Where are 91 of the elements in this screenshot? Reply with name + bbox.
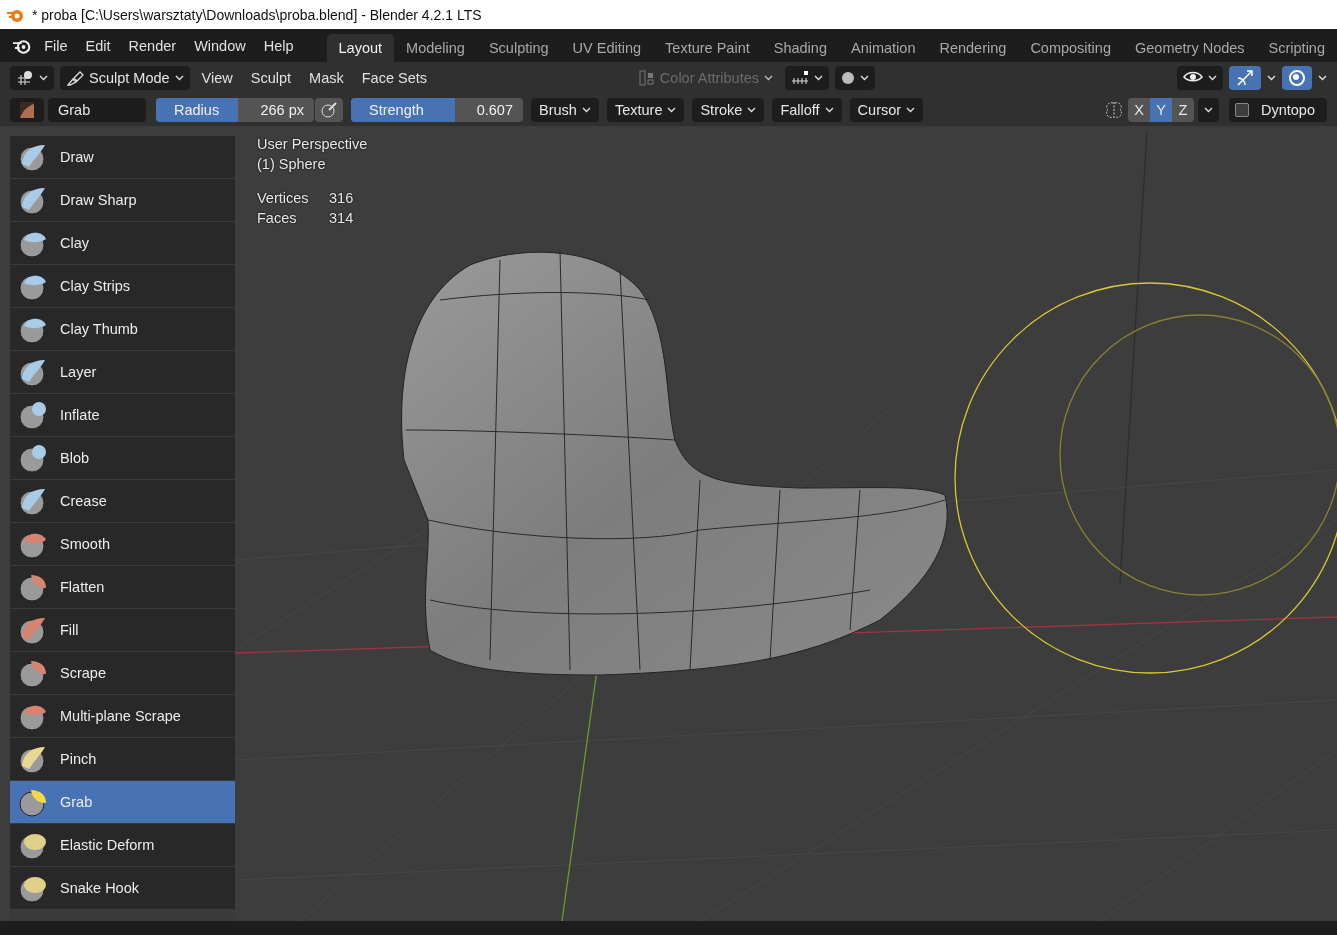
visibility-button[interactable] [1177, 65, 1223, 90]
menu-item[interactable]: Help [254, 30, 303, 61]
axis-toggle[interactable]: Z [1172, 97, 1194, 122]
settings-dropdown[interactable]: Falloff [772, 97, 842, 122]
stat-label: Vertices [257, 190, 310, 206]
blender-logo-icon[interactable] [12, 37, 32, 54]
workspace-tab[interactable]: Layout [326, 34, 395, 62]
pressure-button[interactable] [315, 97, 343, 122]
workspace-tab[interactable]: Modeling [394, 34, 477, 62]
tool-item[interactable]: Elastic Deform [10, 824, 235, 866]
workspace-tab[interactable]: Shading [761, 34, 839, 62]
caret-icon [581, 106, 591, 113]
menu-item[interactable]: Edit [76, 30, 120, 61]
arrows-icon [1235, 68, 1255, 87]
palette-icon [638, 69, 655, 86]
workspace-tab[interactable]: Rendering [927, 34, 1019, 62]
shading-button[interactable] [835, 65, 875, 90]
workspace-tab[interactable]: Texture Paint [653, 34, 762, 62]
symmetry-dropdown[interactable] [1198, 97, 1219, 122]
tool-item[interactable]: Clay [10, 222, 235, 264]
caret-icon [174, 74, 184, 81]
tool-item[interactable]: Crease [10, 480, 235, 522]
overlay-button[interactable] [1282, 65, 1312, 90]
workspace-tab[interactable]: Scripting [1256, 34, 1337, 62]
stat-label: Faces [257, 210, 298, 226]
tool-item[interactable]: Multi-plane Scrape [10, 695, 235, 737]
tool-item[interactable]: Inflate [10, 394, 235, 436]
caret-icon [1204, 106, 1213, 113]
caret-icon [860, 74, 869, 81]
workspace-tab[interactable]: Geometry Nodes [1122, 34, 1257, 62]
brush-preview[interactable] [10, 97, 44, 122]
workspace-tab[interactable]: Animation [838, 34, 928, 62]
header-menu[interactable]: Face Sets [355, 69, 434, 86]
caret-icon [764, 74, 773, 81]
select-tool-button[interactable] [10, 65, 54, 90]
dyntopo-checkbox[interactable]: Dyntopo [1229, 97, 1327, 122]
tool-item[interactable]: Smooth [10, 523, 235, 565]
caret-icon [1208, 74, 1217, 81]
settings-dropdown[interactable]: Stroke [692, 97, 765, 122]
caret-icon [906, 106, 916, 113]
view-name: User Perspective [257, 136, 368, 152]
caret-icon [667, 106, 677, 113]
tool-item[interactable]: Clay Thumb [10, 308, 235, 350]
header-menu[interactable]: Sculpt [244, 69, 298, 86]
window-title: * proba [C:\Users\warsztaty\Downloads\proba.blend] - Blender 4.2.1 LTS [32, 6, 482, 23]
mode-dropdown[interactable]: Sculpt Mode [60, 65, 190, 90]
object-name: (1) Sphere [257, 156, 327, 172]
tool-item[interactable]: Scrape [10, 652, 235, 694]
tool-item[interactable]: Pinch [10, 738, 235, 780]
gizmo-button[interactable] [1229, 65, 1261, 90]
menu-item[interactable]: Render [119, 30, 186, 61]
ruler-icon [791, 69, 809, 86]
tool-item[interactable]: Layer [10, 351, 235, 393]
menu-item[interactable]: File [35, 30, 77, 61]
caret-icon [824, 106, 834, 113]
caret-icon [1318, 74, 1327, 81]
pen-pressure-icon [321, 101, 337, 118]
tool-item[interactable]: Fill [10, 609, 235, 651]
stat-value: 316 [329, 190, 355, 206]
radius-slider[interactable]: Radius 266 px [156, 97, 314, 122]
tool-item[interactable]: Grab [10, 781, 235, 823]
overlay-icon [1288, 68, 1306, 87]
tool-item[interactable]: Clay Strips [10, 265, 235, 307]
workspace-tab[interactable]: Sculpting [476, 34, 561, 62]
workspace-tab[interactable]: Compositing [1018, 34, 1123, 62]
caret-icon [1267, 74, 1276, 81]
workspace-tab[interactable]: UV Editing [560, 34, 654, 62]
header-menu[interactable]: Mask [303, 69, 350, 86]
settings-dropdown[interactable]: Brush [531, 97, 599, 122]
settings-dropdown[interactable]: Cursor [849, 97, 924, 122]
stat-value: 314 [329, 210, 355, 226]
symmetry-icon[interactable] [1104, 100, 1124, 119]
falloff-button[interactable] [785, 65, 829, 90]
menu-item[interactable]: Window [185, 30, 255, 61]
axis-toggle[interactable]: Y [1150, 97, 1172, 122]
brush-name-field[interactable]: Grab [48, 97, 146, 122]
tool-item[interactable]: Flatten [10, 566, 235, 608]
dot-icon [841, 70, 855, 85]
tool-item[interactable]: Snake Hook [10, 867, 235, 909]
brush-thumbnail-icon [20, 101, 34, 118]
caret-icon [747, 106, 757, 113]
header-menu[interactable]: View [195, 69, 239, 86]
caret-icon [39, 74, 48, 81]
caret-icon [814, 74, 823, 81]
tool-item[interactable]: Draw [10, 136, 235, 178]
axis-toggle[interactable]: X [1128, 97, 1150, 122]
tool-item[interactable]: Draw Sharp [10, 179, 235, 221]
brush-icon [66, 69, 84, 86]
settings-dropdown[interactable]: Texture [606, 97, 685, 122]
strength-slider[interactable]: Strength 0.607 [351, 97, 523, 122]
tool-item[interactable]: Blob [10, 437, 235, 479]
